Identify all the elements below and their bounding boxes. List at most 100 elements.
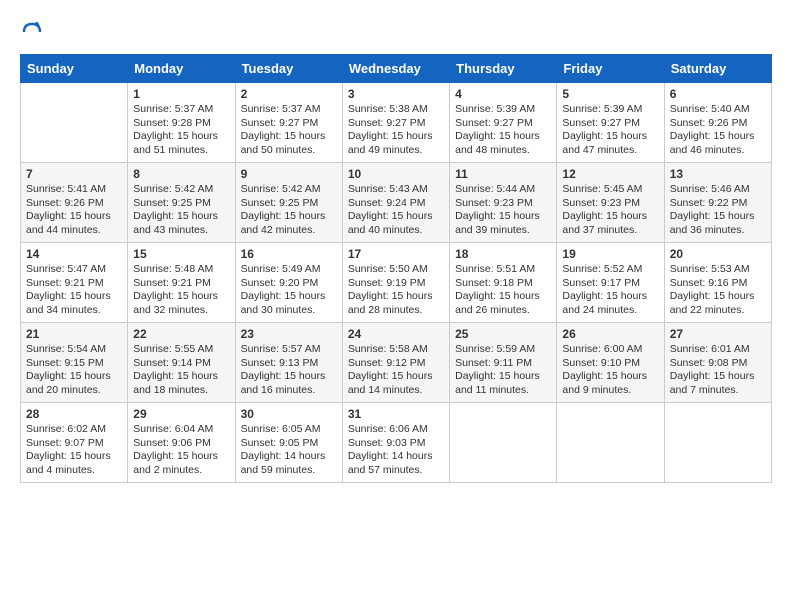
day-info-line: Sunset: 9:11 PM — [455, 357, 551, 371]
calendar-week-5: 28Sunrise: 6:02 AMSunset: 9:07 PMDayligh… — [21, 403, 772, 483]
calendar-cell: 25Sunrise: 5:59 AMSunset: 9:11 PMDayligh… — [450, 323, 557, 403]
day-info-line: Daylight: 15 hours — [562, 290, 658, 304]
day-info-line: and 14 minutes. — [348, 384, 444, 398]
day-info-line: Daylight: 15 hours — [562, 130, 658, 144]
day-info-line: Sunset: 9:21 PM — [26, 277, 122, 291]
day-info-line: and 24 minutes. — [562, 304, 658, 318]
day-number: 25 — [455, 327, 551, 341]
day-info-line: Sunset: 9:28 PM — [133, 117, 229, 131]
calendar-week-1: 1Sunrise: 5:37 AMSunset: 9:28 PMDaylight… — [21, 83, 772, 163]
day-number: 13 — [670, 167, 766, 181]
day-info-line: Sunset: 9:27 PM — [455, 117, 551, 131]
calendar-table: SundayMondayTuesdayWednesdayThursdayFrid… — [20, 54, 772, 483]
day-info-line: and 18 minutes. — [133, 384, 229, 398]
day-info-line: Sunrise: 5:43 AM — [348, 183, 444, 197]
logo-icon — [20, 20, 44, 44]
day-info-line: Sunrise: 5:44 AM — [455, 183, 551, 197]
day-info-line: Sunset: 9:24 PM — [348, 197, 444, 211]
calendar-cell: 2 Sunrise: 5:37 AMSunset: 9:27 PMDaylight… — [235, 83, 342, 163]
calendar-cell: 31Sunrise: 6:06 AMSunset: 9:03 PMDayligh… — [342, 403, 449, 483]
day-info-line: Sunset: 9:23 PM — [455, 197, 551, 211]
calendar-cell: 7Sunrise: 5:41 AMSunset: 9:26 PMDaylight… — [21, 163, 128, 243]
day-number: 19 — [562, 247, 658, 261]
day-info-line: Sunset: 9:13 PM — [241, 357, 337, 371]
day-number: 28 — [26, 407, 122, 421]
day-info-line: Sunrise: 5:39 AM — [562, 103, 658, 117]
day-info-line: Sunrise: 5:42 AM — [241, 183, 337, 197]
calendar-week-3: 14Sunrise: 5:47 AMSunset: 9:21 PMDayligh… — [21, 243, 772, 323]
day-number: 16 — [241, 247, 337, 261]
day-info-line: Sunrise: 6:02 AM — [26, 423, 122, 437]
day-info-line: Sunrise: 5:48 AM — [133, 263, 229, 277]
calendar-cell: 22Sunrise: 5:55 AMSunset: 9:14 PMDayligh… — [128, 323, 235, 403]
day-info-line: and 4 minutes. — [26, 464, 122, 478]
day-number: 11 — [455, 167, 551, 181]
day-info-line: and 47 minutes. — [562, 144, 658, 158]
day-number: 15 — [133, 247, 229, 261]
day-info-line: Sunrise: 5:49 AM — [241, 263, 337, 277]
day-info-line: Sunset: 9:26 PM — [670, 117, 766, 131]
day-info-line: Sunset: 9:05 PM — [241, 437, 337, 451]
logo — [20, 20, 48, 44]
day-info-line: Daylight: 15 hours — [455, 210, 551, 224]
day-info-line: Daylight: 15 hours — [133, 450, 229, 464]
calendar-cell: 10Sunrise: 5:43 AMSunset: 9:24 PMDayligh… — [342, 163, 449, 243]
calendar-cell: 23Sunrise: 5:57 AMSunset: 9:13 PMDayligh… — [235, 323, 342, 403]
day-info-line: and 22 minutes. — [670, 304, 766, 318]
day-info-line: and 42 minutes. — [241, 224, 337, 238]
day-info-line: Sunset: 9:06 PM — [133, 437, 229, 451]
day-number: 4 — [455, 87, 551, 101]
day-info-line: Sunset: 9:07 PM — [26, 437, 122, 451]
day-info-line: Daylight: 15 hours — [670, 370, 766, 384]
day-info-line: Daylight: 15 hours — [26, 370, 122, 384]
day-info-line: and 44 minutes. — [26, 224, 122, 238]
day-info-line: Daylight: 15 hours — [26, 290, 122, 304]
day-info-line: Sunset: 9:17 PM — [562, 277, 658, 291]
day-info-line: Sunrise: 6:06 AM — [348, 423, 444, 437]
calendar-cell: 19 Sunrise: 5:52 AMSunset: 9:17 PMDayligh… — [557, 243, 664, 323]
calendar-header: SundayMondayTuesdayWednesdayThursdayFrid… — [21, 55, 772, 83]
day-info-line: Sunrise: 5:51 AM — [455, 263, 551, 277]
day-info-line: Daylight: 15 hours — [670, 130, 766, 144]
day-info-line: Sunset: 9:27 PM — [241, 117, 337, 131]
day-info-line: Daylight: 15 hours — [26, 450, 122, 464]
weekday-header-friday: Friday — [557, 55, 664, 83]
weekday-header-wednesday: Wednesday — [342, 55, 449, 83]
calendar-cell: 26Sunrise: 6:00 AMSunset: 9:10 PMDayligh… — [557, 323, 664, 403]
day-info-line: Daylight: 15 hours — [241, 290, 337, 304]
day-info-line: and 40 minutes. — [348, 224, 444, 238]
calendar-body: 1Sunrise: 5:37 AMSunset: 9:28 PMDaylight… — [21, 83, 772, 483]
day-number: 24 — [348, 327, 444, 341]
day-info-line: Sunset: 9:27 PM — [348, 117, 444, 131]
day-number: 26 — [562, 327, 658, 341]
day-info-line: Sunset: 9:20 PM — [241, 277, 337, 291]
day-info-line: and 20 minutes. — [26, 384, 122, 398]
day-info-line: Sunrise: 5:39 AM — [455, 103, 551, 117]
day-info-line: Sunrise: 5:47 AM — [26, 263, 122, 277]
day-info-line: Sunset: 9:15 PM — [26, 357, 122, 371]
calendar-cell: 16 Sunrise: 5:49 AMSunset: 9:20 PMDayligh… — [235, 243, 342, 323]
weekday-header-monday: Monday — [128, 55, 235, 83]
calendar-cell: 21Sunrise: 5:54 AMSunset: 9:15 PMDayligh… — [21, 323, 128, 403]
day-info-line: and 37 minutes. — [562, 224, 658, 238]
day-number: 7 — [26, 167, 122, 181]
day-info-line: Sunrise: 5:40 AM — [670, 103, 766, 117]
calendar-cell: 17Sunrise: 5:50 AMSunset: 9:19 PMDayligh… — [342, 243, 449, 323]
day-info-line: Sunrise: 5:52 AM — [562, 263, 658, 277]
calendar-cell: 3Sunrise: 5:38 AMSunset: 9:27 PMDaylight… — [342, 83, 449, 163]
day-info-line: Daylight: 15 hours — [241, 210, 337, 224]
day-number: 31 — [348, 407, 444, 421]
calendar-cell — [664, 403, 771, 483]
day-info-line: Daylight: 15 hours — [241, 130, 337, 144]
day-info-line: Daylight: 15 hours — [670, 210, 766, 224]
day-info-line: Sunrise: 5:37 AM — [241, 103, 337, 117]
day-info-line: and 50 minutes. — [241, 144, 337, 158]
day-number: 2 — [241, 87, 337, 101]
day-number: 5 — [562, 87, 658, 101]
calendar-cell: 14Sunrise: 5:47 AMSunset: 9:21 PMDayligh… — [21, 243, 128, 323]
day-info-line: Daylight: 15 hours — [133, 210, 229, 224]
day-info-line: Sunrise: 6:04 AM — [133, 423, 229, 437]
day-info-line: Sunset: 9:08 PM — [670, 357, 766, 371]
day-info-line: Sunset: 9:16 PM — [670, 277, 766, 291]
calendar-week-4: 21Sunrise: 5:54 AMSunset: 9:15 PMDayligh… — [21, 323, 772, 403]
